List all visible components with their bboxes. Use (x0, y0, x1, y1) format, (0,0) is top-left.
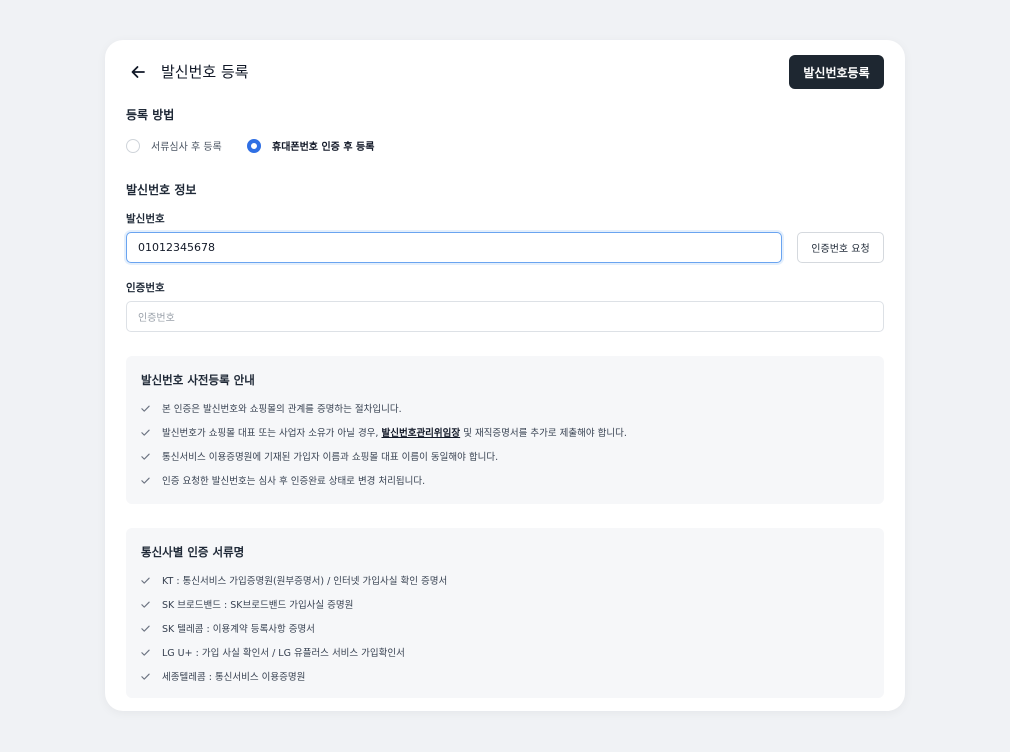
request-code-button[interactable]: 인증번호 요청 (797, 232, 884, 263)
list-item: LG U+ : 가입 사실 확인서 / LG 유플러스 서비스 가입확인서 (141, 640, 447, 664)
info-section-title: 발신번호 정보 (126, 183, 197, 197)
check-icon (141, 405, 150, 412)
phone-number-input[interactable]: 01012345678 (126, 232, 782, 263)
notice-item-text: 본 인증은 발신번호와 쇼핑몰의 관계를 증명하는 절차입니다. (162, 404, 402, 415)
registration-notice-box: 발신번호 사전등록 안내 본 인증은 발신번호와 쇼핑몰의 관계를 증명하는 절… (126, 356, 884, 504)
carrier-doc-text: SK 텔레콤 : 이용계약 등록사항 증명서 (162, 624, 315, 635)
list-item: 본 인증은 발신번호와 쇼핑몰의 관계를 증명하는 절차입니다. (141, 396, 627, 420)
carrier-documents-box: 통신사별 인증 서류명 KT : 통신서비스 가입증명원(원부증명서) / 인터… (126, 528, 884, 698)
check-icon (141, 673, 150, 680)
list-item: 발신번호가 쇼핑몰 대표 또는 사업자 소유가 아닐 경우, 발신번호관리위임장… (141, 420, 627, 444)
radio-checked[interactable] (247, 138, 261, 153)
radio-phone-verification[interactable]: 휴대폰번호 인증 후 등록 (247, 138, 374, 153)
notice-title: 발신번호 사전등록 안내 (141, 373, 255, 387)
list-item: SK 브로드밴드 : SK브로드밴드 가입사실 증명원 (141, 592, 447, 616)
delegation-letter-link[interactable]: 발신번호관리위임장 (381, 425, 460, 439)
notice-item-text-pre: 발신번호가 쇼핑몰 대표 또는 사업자 소유가 아닐 경우, (162, 428, 379, 439)
carrier-doc-text: LG U+ : 가입 사실 확인서 / LG 유플러스 서비스 가입확인서 (162, 648, 405, 659)
method-section-title: 등록 방법 (126, 108, 175, 122)
list-item: 통신서비스 이용증명원에 기재된 가입자 이름과 쇼핑몰 대표 이름이 동일해야… (141, 444, 627, 468)
radio-unchecked[interactable] (126, 138, 140, 153)
carrier-doc-text: KT : 통신서비스 가입증명원(원부증명서) / 인터넷 가입사실 확인 증명… (162, 576, 448, 587)
list-item: SK 텔레콤 : 이용계약 등록사항 증명서 (141, 616, 447, 640)
radio-document-review[interactable]: 서류심사 후 등록 (126, 138, 222, 153)
check-icon (141, 453, 150, 460)
check-icon (141, 429, 150, 436)
carrier-doc-text: 세종텔레콤 : 통신서비스 이용증명원 (162, 672, 306, 683)
verification-code-input[interactable]: 인증번호 (126, 301, 884, 332)
verification-code-placeholder: 인증번호 (138, 313, 175, 324)
radio-label-document-review: 서류심사 후 등록 (151, 142, 222, 153)
check-icon (141, 601, 150, 608)
check-icon (141, 649, 150, 656)
check-icon (141, 625, 150, 632)
register-card: 발신번호 등록 발신번호등록 등록 방법 서류심사 후 등록 휴대폰번호 인증 … (105, 40, 905, 711)
notice-item-text-post: 및 재직증명서를 추가로 제출해야 합니다. (463, 428, 627, 439)
notice-item-text: 인증 요청한 발신번호는 심사 후 인증완료 상태로 변경 처리됩니다. (162, 476, 426, 487)
list-item: 인증 요청한 발신번호는 심사 후 인증완료 상태로 변경 처리됩니다. (141, 468, 627, 492)
list-item: 세종텔레콤 : 통신서비스 이용증명원 (141, 664, 447, 688)
carrier-docs-title: 통신사별 인증 서류명 (141, 545, 245, 559)
notice-list: 본 인증은 발신번호와 쇼핑몰의 관계를 증명하는 절차입니다. 발신번호가 쇼… (141, 396, 627, 492)
carrier-doc-text: SK 브로드밴드 : SK브로드밴드 가입사실 증명원 (162, 600, 354, 611)
carrier-docs-list: KT : 통신서비스 가입증명원(원부증명서) / 인터넷 가입사실 확인 증명… (141, 568, 447, 688)
list-item: KT : 통신서비스 가입증명원(원부증명서) / 인터넷 가입사실 확인 증명… (141, 568, 447, 592)
phone-field-label: 발신번호 (126, 213, 165, 225)
check-icon (141, 577, 150, 584)
code-field-label: 인증번호 (126, 282, 165, 294)
arrow-left-icon[interactable] (129, 63, 147, 81)
phone-number-value: 01012345678 (138, 241, 215, 254)
register-sender-number-button[interactable]: 발신번호등록 (789, 55, 884, 89)
notice-item-text: 통신서비스 이용증명원에 기재된 가입자 이름과 쇼핑몰 대표 이름이 동일해야… (162, 452, 499, 463)
check-icon (141, 477, 150, 484)
page-title: 발신번호 등록 (161, 63, 249, 81)
radio-label-phone-verification: 휴대폰번호 인증 후 등록 (272, 142, 375, 153)
